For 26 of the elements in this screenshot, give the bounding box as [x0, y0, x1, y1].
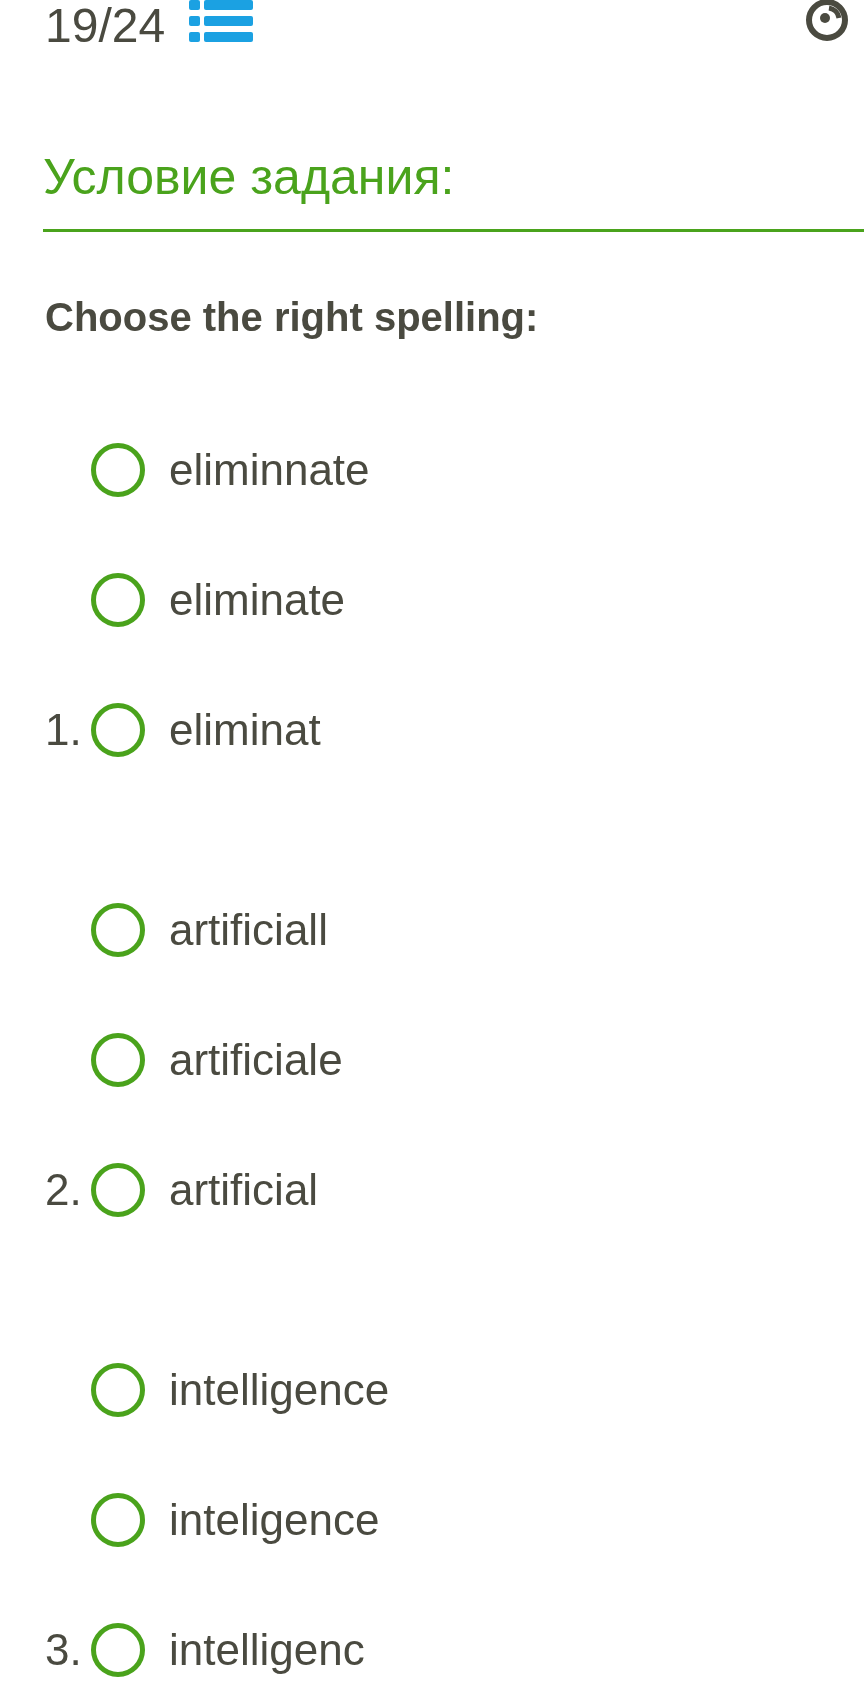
option-label[interactable]: intelligence	[169, 1365, 390, 1415]
radio-button[interactable]	[91, 573, 145, 627]
option-label[interactable]: eliminate	[169, 575, 346, 625]
radio-button[interactable]	[91, 1163, 145, 1217]
question-prompt: Choose the right spelling:	[45, 294, 540, 341]
radio-button[interactable]	[91, 1033, 145, 1087]
option-label[interactable]: eliminnate	[169, 445, 370, 495]
question-counter: 19/24	[45, 0, 166, 52]
option-label[interactable]: artificiall	[169, 905, 328, 955]
list-icon[interactable]	[189, 0, 254, 43]
radio-button[interactable]	[91, 1623, 145, 1677]
radio-button[interactable]	[91, 703, 145, 757]
radio-button[interactable]	[91, 1493, 145, 1547]
radio-button[interactable]	[91, 443, 145, 497]
option-label[interactable]: artificial	[169, 1165, 319, 1215]
option-label[interactable]: eliminat	[169, 705, 321, 755]
radio-button[interactable]	[91, 1363, 145, 1417]
option-label[interactable]: artificiale	[169, 1035, 343, 1085]
section-title: Условие задания:	[43, 148, 456, 207]
radio-button[interactable]	[91, 903, 145, 957]
question-number: 1.	[45, 705, 83, 755]
question-number: 3.	[45, 1625, 83, 1675]
option-label[interactable]: inteligence	[169, 1495, 380, 1545]
stopwatch-icon[interactable]	[803, 0, 851, 42]
option-label[interactable]: intelligenc	[169, 1625, 365, 1675]
question-number: 2.	[45, 1165, 83, 1215]
